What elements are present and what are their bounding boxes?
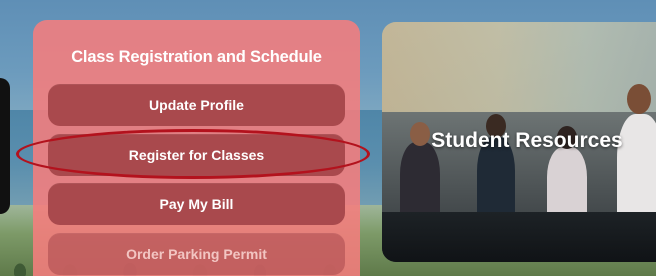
order-parking-permit-button[interactable]: Order Parking Permit [48,233,345,275]
card-photo-person [400,142,440,222]
card-photo-person [547,147,587,222]
panel-title: Class Registration and Schedule [71,48,322,66]
card-photo-head [627,84,651,114]
card-photo-bench [382,212,656,262]
update-profile-button[interactable]: Update Profile [48,84,345,126]
card-photo-wall [382,22,656,112]
screen-edge [0,78,10,214]
student-resources-card[interactable]: Student Resources [382,22,656,262]
card-title: Student Resources [431,129,623,152]
highlight-ellipse [16,129,370,179]
pay-my-bill-button[interactable]: Pay My Bill [48,183,345,225]
